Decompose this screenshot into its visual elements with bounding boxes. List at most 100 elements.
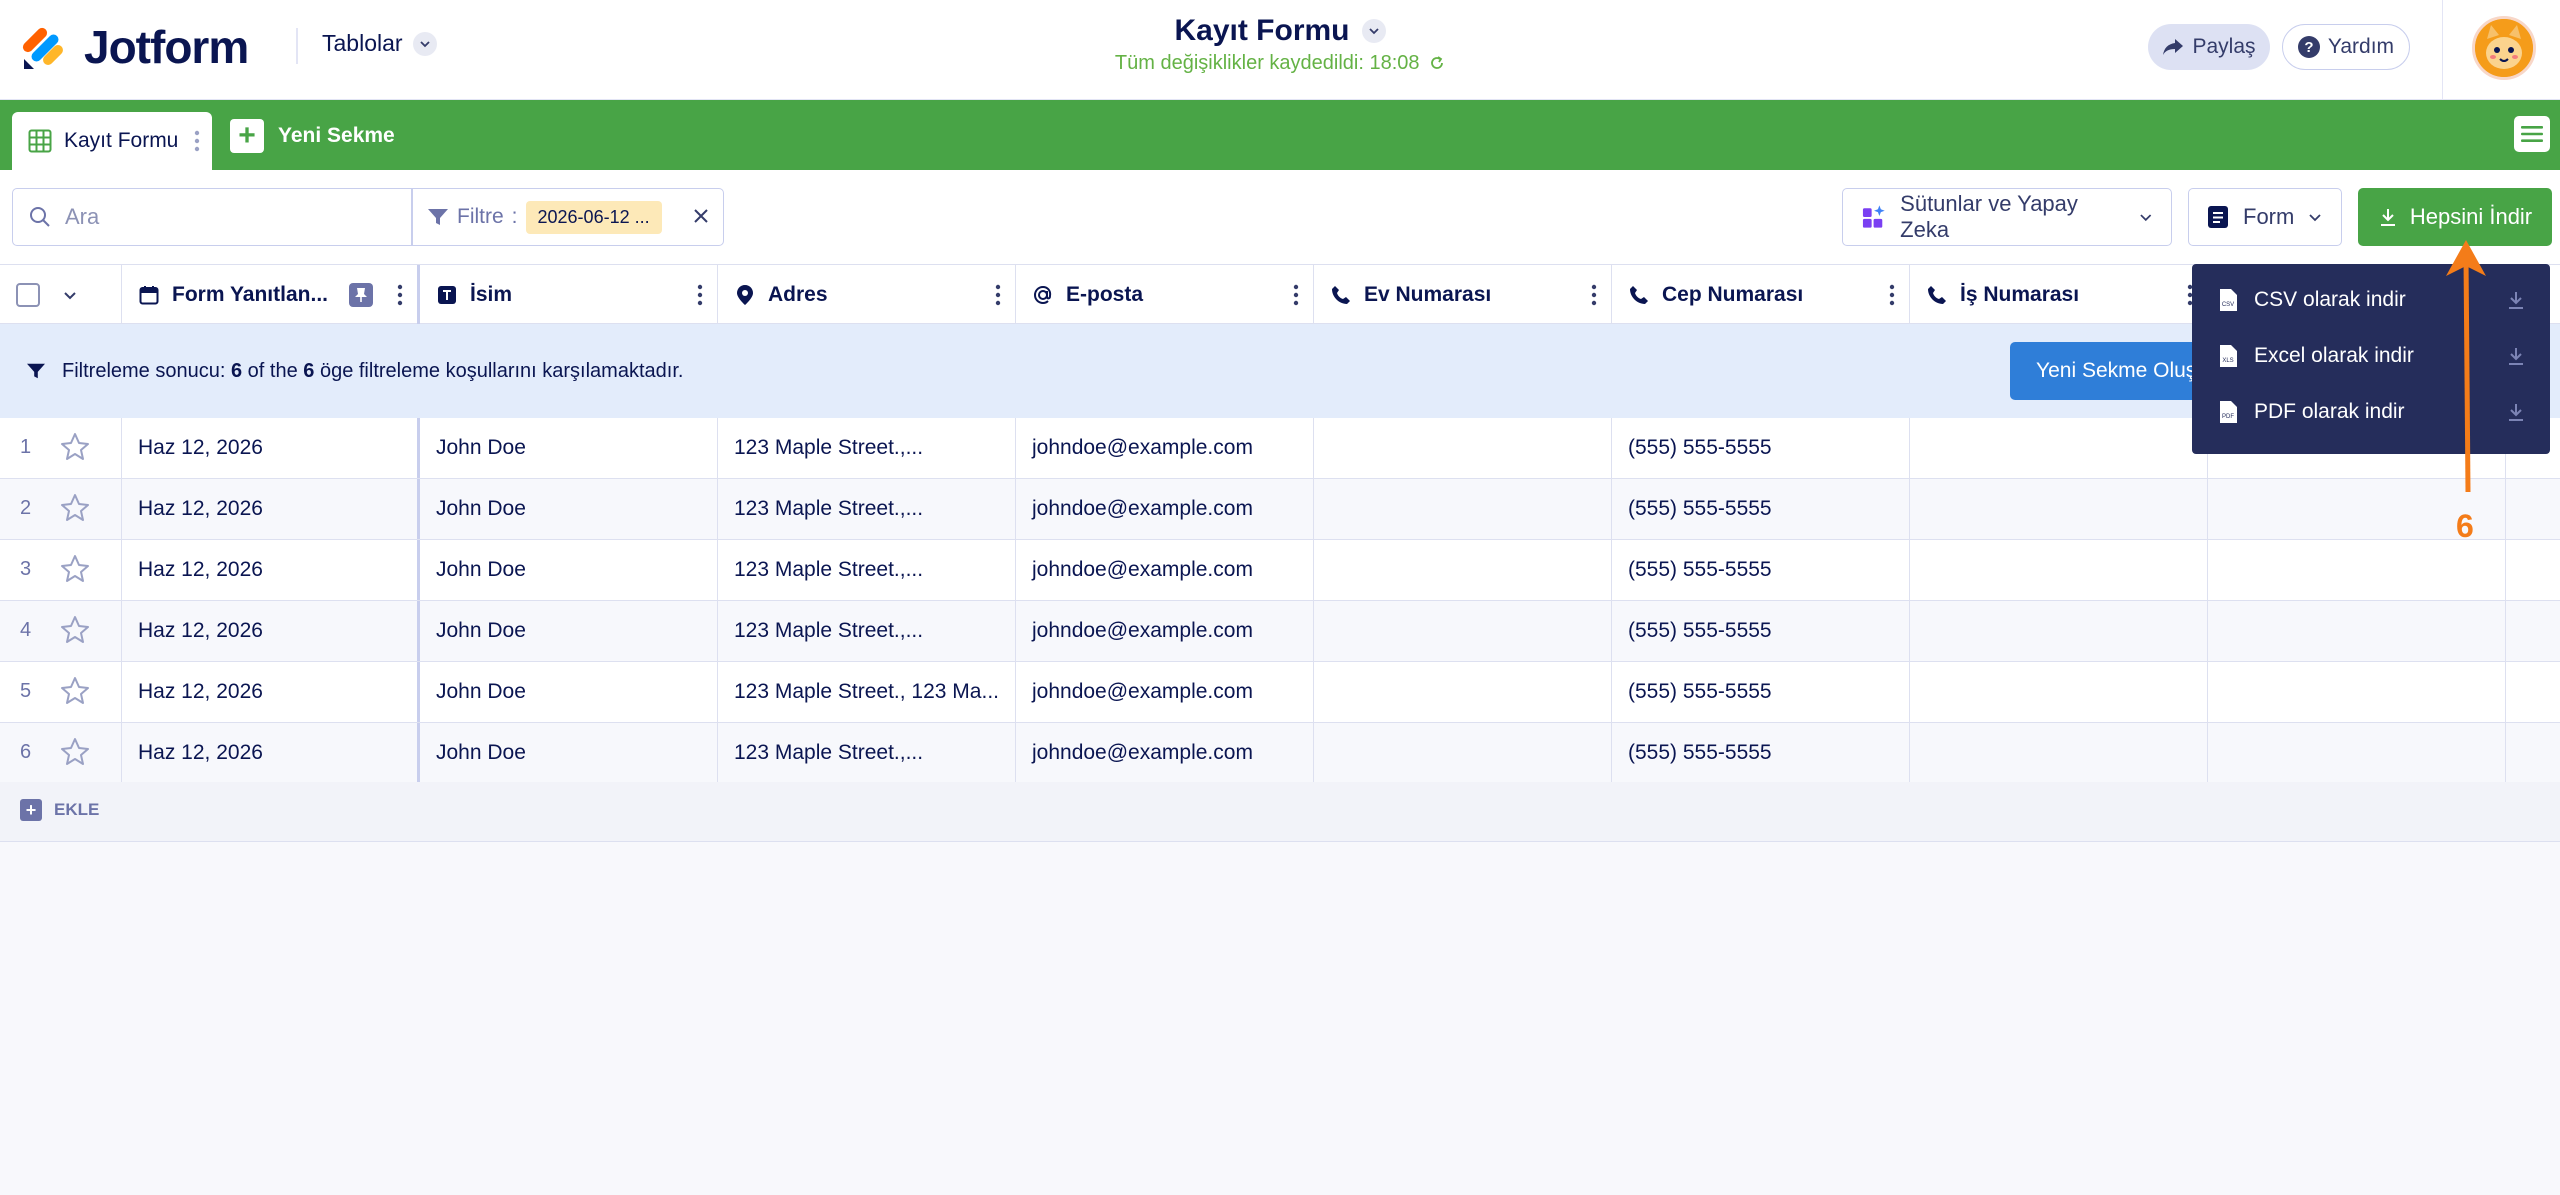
cell-email[interactable]: johndoe@example.com bbox=[1016, 601, 1314, 661]
jotform-logo[interactable]: Jotform bbox=[22, 20, 249, 74]
cell-home-phone[interactable] bbox=[1314, 540, 1612, 600]
star-icon[interactable] bbox=[60, 432, 90, 462]
cell-work-phone[interactable] bbox=[1910, 418, 2208, 478]
cell-home-phone[interactable] bbox=[1314, 601, 1612, 661]
cell-work-phone[interactable] bbox=[1910, 662, 2208, 722]
cell-home-phone[interactable] bbox=[1314, 479, 1612, 539]
star-icon[interactable] bbox=[60, 615, 90, 645]
table-row[interactable]: 5 Haz 12, 2026 John Doe 123 Maple Street., … bbox=[0, 662, 2560, 723]
table-row[interactable]: 6 Haz 12, 2026 John Doe 123 Maple Street.,.… bbox=[0, 723, 2560, 784]
cell-name[interactable]: John Doe bbox=[420, 540, 718, 600]
tables-nav-dropdown[interactable]: Tablolar bbox=[322, 30, 437, 57]
cell-email[interactable]: johndoe@example.com bbox=[1016, 418, 1314, 478]
table-row[interactable]: 3 Haz 12, 2026 John Doe 123 Maple Street.,.… bbox=[0, 540, 2560, 601]
cell-mobile-phone[interactable]: (555) 555-5555 bbox=[1612, 723, 1910, 783]
table-row[interactable]: 2 Haz 12, 2026 John Doe 123 Maple Street.,.… bbox=[0, 479, 2560, 540]
cell-date[interactable]: Haz 12, 2026 bbox=[122, 723, 420, 783]
cell-empty[interactable] bbox=[2208, 601, 2506, 661]
add-row-button[interactable]: + EKLE bbox=[20, 799, 99, 821]
column-options-icon[interactable] bbox=[1889, 283, 1895, 307]
clear-filter-icon[interactable] bbox=[693, 204, 709, 230]
star-icon[interactable] bbox=[60, 554, 90, 584]
download-excel-option[interactable]: XLS Excel olarak indir bbox=[2192, 328, 2550, 384]
form-button[interactable]: Form bbox=[2188, 188, 2342, 246]
column-title: İş Numarası bbox=[1960, 283, 2080, 306]
help-button[interactable]: ? Yardım bbox=[2282, 24, 2410, 70]
chevron-down-icon[interactable] bbox=[62, 287, 78, 303]
column-options-icon[interactable] bbox=[397, 283, 403, 307]
cell-address[interactable]: 123 Maple Street.,... bbox=[718, 540, 1016, 600]
cell-work-phone[interactable] bbox=[1910, 540, 2208, 600]
download-csv-option[interactable]: CSV CSV olarak indir bbox=[2192, 272, 2550, 328]
filter-chip[interactable]: 2026-06-12 ... bbox=[525, 200, 662, 234]
cell-mobile-phone[interactable]: (555) 555-5555 bbox=[1612, 662, 1910, 722]
column-options-icon[interactable] bbox=[1591, 283, 1597, 307]
cell-empty[interactable] bbox=[2208, 540, 2506, 600]
column-options-icon[interactable] bbox=[697, 283, 703, 307]
table-row[interactable]: 1 Haz 12, 2026 John Doe 123 Maple Street.,.… bbox=[0, 418, 2560, 479]
select-all-checkbox[interactable] bbox=[16, 283, 40, 307]
logo-text: Jotform bbox=[84, 21, 249, 73]
cell-name[interactable]: John Doe bbox=[420, 479, 718, 539]
star-icon[interactable] bbox=[60, 737, 90, 767]
tab-kayit-formu[interactable]: Kayıt Formu bbox=[12, 112, 212, 170]
cell-address[interactable]: 123 Maple Street.,... bbox=[718, 723, 1016, 783]
search-input[interactable] bbox=[65, 204, 385, 230]
cell-email[interactable]: johndoe@example.com bbox=[1016, 723, 1314, 783]
cell-email[interactable]: johndoe@example.com bbox=[1016, 479, 1314, 539]
column-title: Adres bbox=[768, 283, 828, 306]
cell-mobile-phone[interactable]: (555) 555-5555 bbox=[1612, 418, 1910, 478]
column-header-email[interactable]: E-posta bbox=[1016, 265, 1314, 325]
columns-ai-button[interactable]: Sütunlar ve Yapay Zeka bbox=[1842, 188, 2172, 246]
column-options-icon[interactable] bbox=[995, 283, 1001, 307]
hamburger-menu-button[interactable] bbox=[2514, 116, 2550, 152]
cell-home-phone[interactable] bbox=[1314, 418, 1612, 478]
add-tab-button[interactable]: + Yeni Sekme bbox=[230, 118, 395, 154]
column-header-submission-date[interactable]: Form Yanıtlan... bbox=[122, 265, 420, 325]
cell-address[interactable]: 123 Maple Street.,... bbox=[718, 479, 1016, 539]
cell-empty[interactable] bbox=[2208, 662, 2506, 722]
star-icon[interactable] bbox=[60, 493, 90, 523]
cell-date[interactable]: Haz 12, 2026 bbox=[122, 662, 420, 722]
cell-home-phone[interactable] bbox=[1314, 723, 1612, 783]
tab-options-icon[interactable] bbox=[194, 129, 200, 153]
pin-icon[interactable] bbox=[349, 283, 373, 307]
download-pdf-option[interactable]: PDF PDF olarak indir bbox=[2192, 384, 2550, 440]
cell-mobile-phone[interactable]: (555) 555-5555 bbox=[1612, 479, 1910, 539]
column-header-name[interactable]: İsim bbox=[420, 265, 718, 325]
cell-date[interactable]: Haz 12, 2026 bbox=[122, 601, 420, 661]
help-label: Yardım bbox=[2327, 35, 2395, 58]
filter-box[interactable]: Filtre : 2026-06-12 ... bbox=[412, 188, 724, 246]
share-button[interactable]: Paylaş bbox=[2148, 24, 2270, 70]
table-row[interactable]: 4 Haz 12, 2026 John Doe 123 Maple Street.,.… bbox=[0, 601, 2560, 662]
user-avatar[interactable] bbox=[2472, 16, 2536, 80]
cell-name[interactable]: John Doe bbox=[420, 601, 718, 661]
column-header-home-phone[interactable]: Ev Numarası bbox=[1314, 265, 1612, 325]
column-header-address[interactable]: Adres bbox=[718, 265, 1016, 325]
cell-mobile-phone[interactable]: (555) 555-5555 bbox=[1612, 601, 1910, 661]
form-title[interactable]: Kayıt Formu bbox=[1174, 14, 1386, 48]
cell-empty[interactable] bbox=[2208, 723, 2506, 783]
cell-address[interactable]: 123 Maple Street., 123 Ma... bbox=[718, 662, 1016, 722]
star-icon[interactable] bbox=[60, 676, 90, 706]
cell-name[interactable]: John Doe bbox=[420, 723, 718, 783]
cell-date[interactable]: Haz 12, 2026 bbox=[122, 418, 420, 478]
cell-work-phone[interactable] bbox=[1910, 479, 2208, 539]
column-header-work-phone[interactable]: İş Numarası bbox=[1910, 265, 2208, 325]
cell-mobile-phone[interactable]: (555) 555-5555 bbox=[1612, 540, 1910, 600]
cell-email[interactable]: johndoe@example.com bbox=[1016, 662, 1314, 722]
hamburger-icon bbox=[2521, 126, 2543, 142]
create-new-tab-button[interactable]: Yeni Sekme Oluştur bbox=[2010, 342, 2220, 400]
cell-work-phone[interactable] bbox=[1910, 601, 2208, 661]
column-options-icon[interactable] bbox=[1293, 283, 1299, 307]
cell-date[interactable]: Haz 12, 2026 bbox=[122, 479, 420, 539]
cell-home-phone[interactable] bbox=[1314, 662, 1612, 722]
cell-name[interactable]: John Doe bbox=[420, 418, 718, 478]
cell-address[interactable]: 123 Maple Street.,... bbox=[718, 418, 1016, 478]
cell-date[interactable]: Haz 12, 2026 bbox=[122, 540, 420, 600]
column-header-mobile-phone[interactable]: Cep Numarası bbox=[1612, 265, 1910, 325]
cell-email[interactable]: johndoe@example.com bbox=[1016, 540, 1314, 600]
cell-work-phone[interactable] bbox=[1910, 723, 2208, 783]
cell-name[interactable]: John Doe bbox=[420, 662, 718, 722]
cell-address[interactable]: 123 Maple Street.,... bbox=[718, 601, 1016, 661]
